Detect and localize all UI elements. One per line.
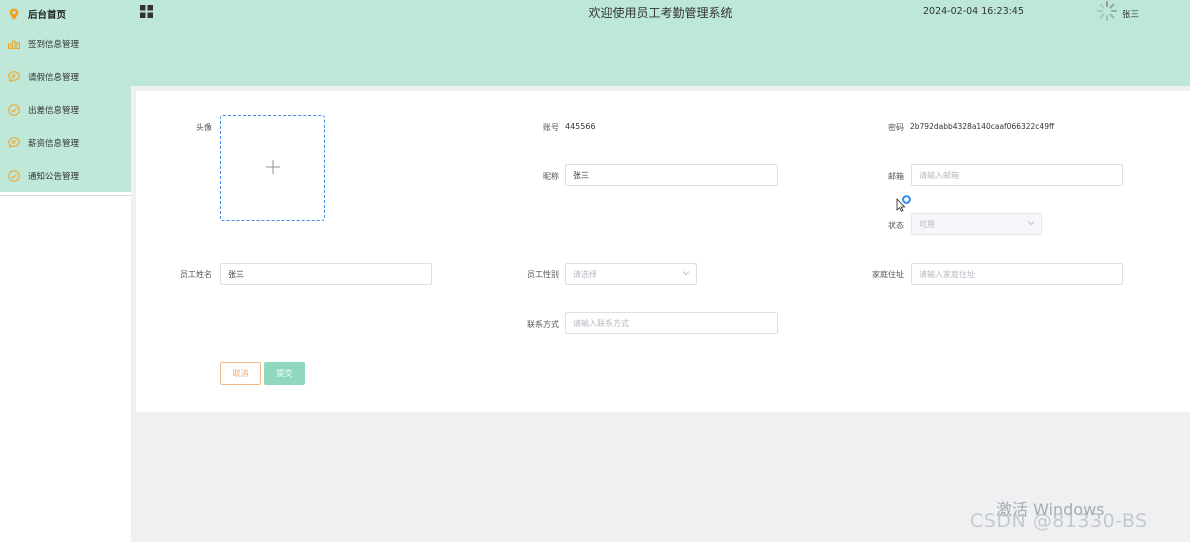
gender-label: 员工性别 [527, 270, 559, 279]
sidebar-menu: 后台首页 签到信息管理 请假信息管理 出差信息管理 薪资信息管理 通知公告管理 [0, 0, 131, 192]
sidebar-item-trip[interactable]: 出差信息管理 [0, 93, 131, 126]
profile-form: 头像 账号 445566 密码 2b792dabb4328a140caaf066… [136, 91, 1190, 412]
sidebar-item-label: 签到信息管理 [28, 39, 80, 50]
status-label: 状态 [888, 221, 904, 230]
page-title: 欢迎使用员工考勤管理系统 [588, 6, 733, 20]
chat-bubble-icon [8, 71, 20, 83]
sidebar-item-salary[interactable]: 薪资信息管理 [0, 126, 131, 159]
nickname-input[interactable] [565, 164, 778, 186]
gender-select[interactable] [565, 263, 697, 285]
chat-bubble-icon [8, 137, 20, 149]
chevron-down-icon [682, 269, 690, 277]
csdn-watermark: CSDN @81330-BS [970, 510, 1148, 532]
email-label: 邮箱 [888, 172, 904, 181]
sidebar-item-label: 后台首页 [28, 9, 67, 21]
employee-name-input[interactable] [220, 263, 432, 285]
location-pin-icon [8, 8, 20, 20]
sidebar-item-leave[interactable]: 请假信息管理 [0, 60, 131, 93]
sidebar-item-label: 通知公告管理 [28, 171, 80, 182]
avatar-label: 头像 [196, 123, 212, 132]
sidebar-divider [0, 195, 131, 196]
account-label: 账号 [543, 123, 559, 132]
datetime: 2024-02-04 16:23:45 [923, 6, 1024, 17]
check-circle-icon [8, 169, 20, 182]
sidebar: 后台首页 签到信息管理 请假信息管理 出差信息管理 薪资信息管理 通知公告管理 [0, 0, 131, 542]
sidebar-item-checkin[interactable]: 签到信息管理 [0, 27, 131, 60]
gender-select-input[interactable] [565, 263, 697, 285]
password-label: 密码 [888, 123, 904, 132]
account-value: 445566 [565, 122, 596, 131]
status-select-input [911, 213, 1042, 235]
status-select [911, 213, 1042, 235]
avatar[interactable] [1096, 0, 1118, 22]
contact-input[interactable] [565, 312, 778, 334]
address-label: 家庭住址 [872, 270, 904, 279]
submit-button[interactable]: 提交 [264, 362, 305, 385]
avatar-upload[interactable] [220, 115, 325, 221]
employee-name-label: 员工姓名 [180, 270, 212, 279]
sidebar-item-notice[interactable]: 通知公告管理 [0, 159, 131, 192]
cancel-button[interactable]: 取消 [220, 362, 261, 385]
nickname-label: 昵称 [543, 172, 559, 181]
header: 欢迎使用员工考勤管理系统 2024-02-04 16:23:45 张三 [131, 0, 1190, 86]
contact-label: 联系方式 [527, 320, 559, 329]
chevron-down-icon [1027, 219, 1035, 227]
check-circle-icon [8, 103, 20, 116]
mouse-cursor-icon [896, 194, 912, 212]
password-value: 2b792dabb4328a140caaf066322c49ff [910, 122, 1055, 131]
sidebar-item-home[interactable]: 后台首页 [0, 0, 131, 27]
bar-chart-icon [8, 38, 20, 50]
plus-icon [265, 159, 280, 177]
email-input[interactable] [911, 164, 1123, 186]
address-input[interactable] [911, 263, 1123, 285]
sidebar-item-label: 请假信息管理 [28, 72, 80, 83]
sidebar-item-label: 出差信息管理 [28, 105, 80, 116]
sidebar-item-label: 薪资信息管理 [28, 138, 80, 149]
user-name[interactable]: 张三 [1122, 8, 1139, 20]
